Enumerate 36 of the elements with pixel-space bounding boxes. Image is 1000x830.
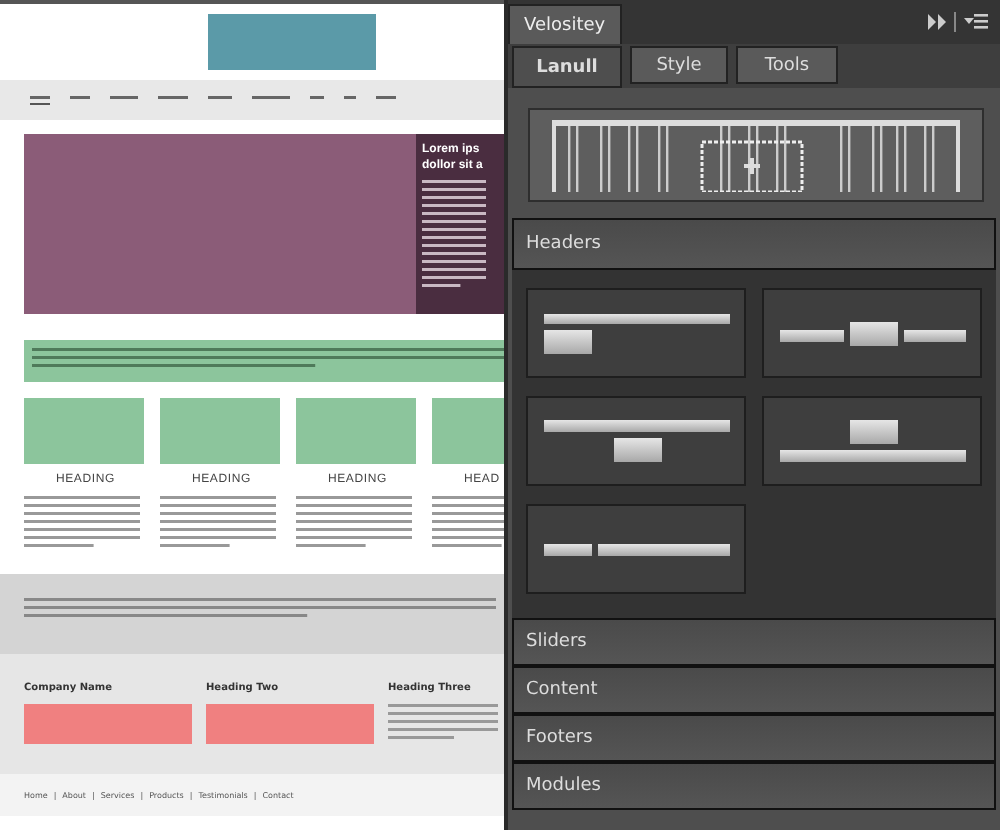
nav-item-drawing [310, 95, 324, 105]
header-layout-button[interactable] [526, 288, 746, 378]
placeholder-text-drawing [296, 496, 412, 550]
section-header[interactable]: Headers [512, 218, 996, 270]
layout-icon [779, 321, 965, 345]
layout-icon [543, 420, 729, 462]
nav-item-drawing [30, 95, 50, 105]
section-header[interactable]: Sliders [512, 618, 996, 666]
header-layout-button[interactable] [526, 504, 746, 594]
feature-image [296, 398, 416, 464]
nav-item-drawing [252, 95, 290, 105]
panel-tab[interactable]: Tools [736, 46, 838, 84]
feature-image [160, 398, 280, 464]
section-header[interactable]: Content [512, 666, 996, 714]
header-layout-button[interactable] [762, 396, 982, 486]
section-header[interactable]: Modules [512, 762, 996, 810]
placeholder-text-drawing [422, 180, 486, 290]
placeholder-text-drawing [24, 496, 140, 550]
nav-item-drawing [344, 95, 356, 105]
panel-tab[interactable]: Lanull [512, 46, 622, 88]
header-layout-button[interactable] [526, 396, 746, 486]
nav-item-drawing [110, 95, 138, 105]
placeholder-text-drawing [160, 496, 276, 550]
layout-icon [543, 543, 729, 555]
nav-item-drawing [158, 95, 188, 105]
nav-item-drawing [70, 95, 90, 105]
section-header[interactable]: Footers [512, 714, 996, 762]
layout-icon [779, 420, 965, 462]
placeholder-text-drawing [388, 704, 498, 742]
panel-tab[interactable]: Style [630, 46, 728, 84]
layout-icon [543, 313, 729, 353]
nav-item-drawing [208, 95, 232, 105]
feature-image [24, 398, 144, 464]
panel-title-tab[interactable]: Velositey [508, 4, 622, 44]
header-layout-button[interactable] [762, 288, 982, 378]
panel-menu-icon[interactable] [928, 12, 988, 32]
